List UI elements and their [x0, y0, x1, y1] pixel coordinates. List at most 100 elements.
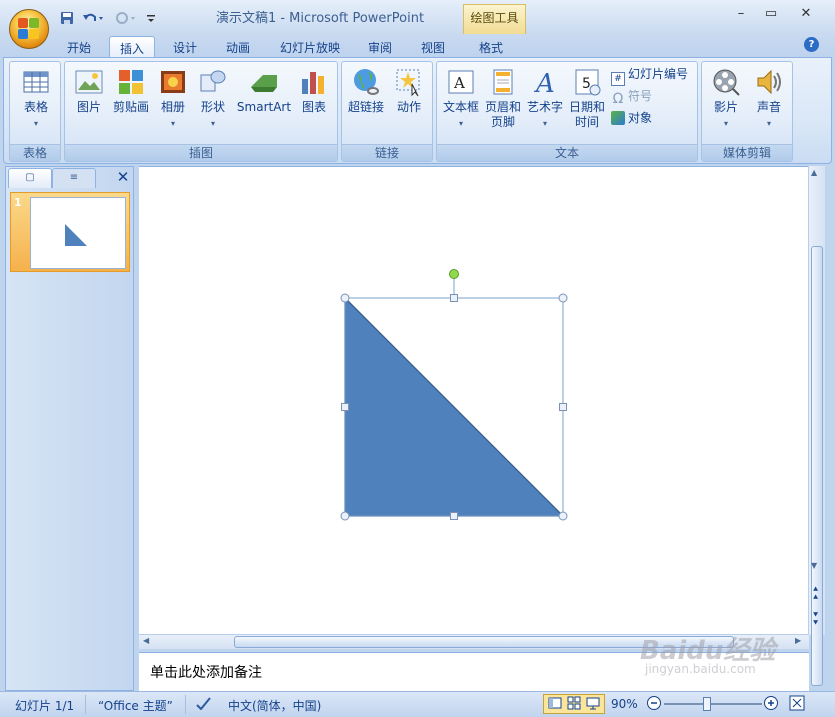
zoom-slider-thumb[interactable]	[703, 697, 711, 711]
slide-thumbnail-number: 1	[14, 196, 22, 209]
scroll-down-icon[interactable]: ▼	[811, 561, 817, 570]
textbox-button[interactable]: A 文本框 ▾	[439, 67, 483, 131]
textbox-icon: A	[448, 70, 474, 94]
slide-number-button[interactable]: # 幻灯片编号	[611, 65, 688, 86]
table-label: 表格	[23, 100, 48, 114]
resize-handle-top[interactable]	[450, 294, 458, 302]
date-time-button[interactable]: 5 日期和 时间	[567, 67, 607, 130]
close-icon: ✕	[116, 168, 130, 186]
clipart-icon	[119, 70, 143, 94]
svg-text:A: A	[453, 74, 465, 92]
chart-label: 图表	[301, 100, 326, 114]
zoom-out-icon[interactable]	[646, 695, 662, 714]
resize-handle-top-right[interactable]	[558, 293, 568, 303]
chart-button[interactable]: 图表	[293, 67, 335, 115]
photo-album-button[interactable]: 相册 ▾	[153, 67, 193, 131]
hyperlink-button[interactable]: 超链接	[344, 67, 388, 115]
language[interactable]: 中文(简体，中国)	[228, 697, 321, 714]
outline-tab-icon: ≡	[69, 172, 79, 183]
scroll-left-icon[interactable]: ◀	[143, 636, 149, 645]
resize-handle-bottom-left[interactable]	[340, 511, 350, 521]
notes-placeholder[interactable]: 单击此处添加备注	[150, 662, 262, 682]
pane-close-button[interactable]: ✕	[114, 168, 132, 186]
tab-insert[interactable]: 插入	[109, 36, 155, 58]
maximize-button[interactable]: ▭	[757, 6, 785, 26]
slide-sorter-icon[interactable]	[567, 696, 581, 713]
close-icon: ✕	[800, 6, 812, 21]
thumbnail-triangle	[65, 224, 87, 246]
sound-button[interactable]: 声音 ▾	[748, 67, 790, 131]
tab-format[interactable]: 格式	[468, 36, 514, 58]
smartart-icon	[251, 75, 277, 92]
resize-handle-top-left[interactable]	[340, 293, 350, 303]
chart-icon	[302, 72, 324, 94]
resize-handle-right[interactable]	[559, 403, 567, 411]
resize-handle-bottom-right[interactable]	[558, 511, 568, 521]
tab-animations[interactable]: 动画	[215, 36, 261, 58]
table-icon	[23, 71, 49, 93]
photo-album-icon	[161, 71, 185, 93]
customize-qat-icon[interactable]	[142, 9, 160, 27]
tab-home[interactable]: 开始	[56, 36, 102, 58]
tab-view[interactable]: 视图	[410, 36, 456, 58]
table-button[interactable]: 表格 ▾	[14, 67, 58, 131]
slideshow-view-icon[interactable]	[586, 696, 600, 713]
undo-icon[interactable]	[80, 9, 106, 27]
minimize-button[interactable]: –	[727, 6, 755, 26]
wordart-button[interactable]: A 艺术字 ▾	[523, 67, 567, 131]
group-illustrations: 图片 剪贴画 相册 ▾ 形状 ▾ SmartArt 图表 插图	[64, 61, 338, 162]
photo-album-label: 相册	[160, 100, 185, 114]
close-button[interactable]: ✕	[792, 6, 820, 26]
spellcheck-icon[interactable]	[196, 696, 212, 713]
tab-outline[interactable]: ≡	[52, 168, 96, 188]
header-footer-button[interactable]: 页眉和 页脚	[483, 67, 523, 130]
object-button[interactable]: 对象	[611, 109, 652, 127]
calendar-icon: 5	[575, 69, 601, 96]
movie-button[interactable]: 影片 ▾	[704, 67, 748, 131]
horizontal-scrollbar[interactable]: ◀ ▶	[139, 634, 809, 649]
picture-button[interactable]: 图片	[69, 67, 109, 115]
smartart-button[interactable]: SmartArt	[235, 67, 293, 115]
hyperlink-label: 超链接	[347, 100, 384, 114]
symbol-button[interactable]: Ω 符号	[611, 87, 652, 106]
vertical-scrollbar[interactable]: ▲ ▼ ⯅ ⯅ ⯆ ⯆	[808, 166, 825, 686]
horizontal-scroll-thumb[interactable]	[234, 636, 734, 648]
textbox-label: 文本框	[442, 100, 479, 114]
normal-view-icon[interactable]	[548, 696, 562, 713]
shapes-button[interactable]: 形状 ▾	[193, 67, 233, 131]
clipart-button[interactable]: 剪贴画	[109, 67, 153, 115]
fit-to-window-icon[interactable]	[789, 695, 805, 714]
date-time-label-1: 日期和	[568, 100, 605, 114]
zoom-level[interactable]: 90%	[611, 697, 638, 711]
zoom-slider-track[interactable]	[664, 703, 762, 705]
tab-slideshow[interactable]: 幻灯片放映	[272, 36, 348, 58]
tab-review[interactable]: 审阅	[357, 36, 403, 58]
save-icon[interactable]	[58, 9, 76, 27]
help-icon[interactable]: ?	[804, 37, 819, 52]
slide-thumbnail[interactable]	[30, 197, 126, 269]
scroll-up-icon[interactable]: ▲	[811, 168, 817, 177]
wordart-icon: A	[534, 69, 555, 97]
group-table-label: 表格	[10, 144, 60, 161]
resize-handle-bottom[interactable]	[450, 512, 458, 520]
group-illustrations-label: 插图	[65, 144, 337, 161]
scroll-right-icon[interactable]: ▶	[795, 636, 801, 645]
group-media-label: 媒体剪辑	[702, 144, 792, 161]
rotation-handle[interactable]	[449, 269, 459, 279]
office-button[interactable]	[9, 9, 49, 49]
zoom-in-icon[interactable]	[763, 695, 779, 714]
smartart-label: SmartArt	[236, 100, 292, 114]
drawing-tools-context-label: 绘图工具	[463, 4, 526, 34]
tab-design[interactable]: 设计	[162, 36, 208, 58]
slide-number-icon: #	[611, 72, 625, 86]
next-slide-icon[interactable]: ⯆ ⯆	[812, 612, 819, 629]
slide-canvas[interactable]	[139, 166, 809, 635]
redo-icon[interactable]	[112, 9, 138, 27]
action-button[interactable]: 动作	[388, 67, 430, 115]
header-footer-label-2: 页脚	[490, 115, 515, 129]
tab-slides[interactable]: ▢	[8, 168, 52, 188]
clipart-label: 剪贴画	[112, 100, 149, 114]
svg-text:A: A	[534, 69, 555, 97]
previous-slide-icon[interactable]: ⯅ ⯅	[812, 586, 819, 603]
resize-handle-left[interactable]	[341, 403, 349, 411]
